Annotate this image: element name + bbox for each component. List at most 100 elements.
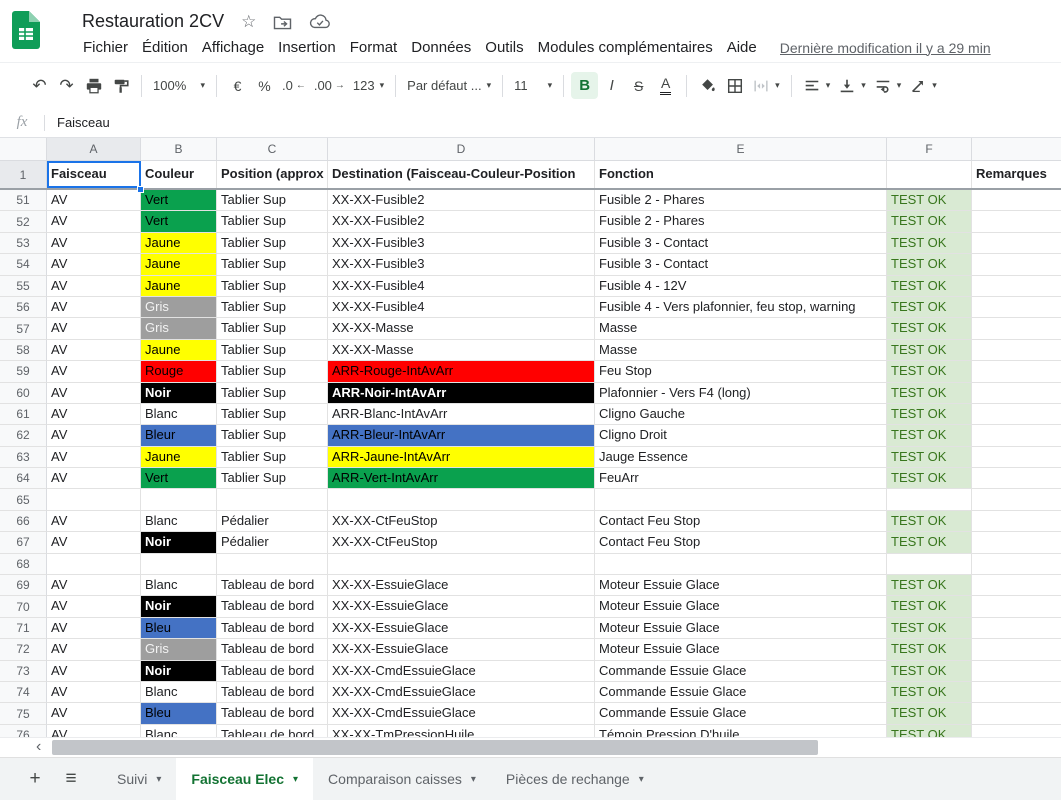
- cell-B68[interactable]: [141, 554, 217, 575]
- paint-format-button[interactable]: [107, 72, 134, 99]
- cell-C70[interactable]: Tableau de bord: [217, 596, 328, 617]
- cell-G60[interactable]: [972, 383, 1061, 404]
- selection-fill-handle[interactable]: [137, 186, 144, 193]
- cell-G68[interactable]: [972, 554, 1061, 575]
- cell-F64[interactable]: TEST OK: [887, 468, 972, 489]
- cell-G56[interactable]: [972, 297, 1061, 318]
- cell-A62[interactable]: AV: [47, 425, 141, 446]
- cell-C67[interactable]: Pédalier: [217, 532, 328, 553]
- column-header-E[interactable]: E: [595, 138, 887, 161]
- cell-D59[interactable]: ARR-Rouge-IntAvArr: [328, 361, 595, 382]
- menu-format[interactable]: Format: [343, 37, 405, 58]
- cell-B76[interactable]: Blanc: [141, 725, 217, 737]
- cell-F66[interactable]: TEST OK: [887, 511, 972, 532]
- column-header-B[interactable]: B: [141, 138, 217, 161]
- borders-button[interactable]: [721, 72, 748, 99]
- cell-C52[interactable]: Tablier Sup: [217, 211, 328, 232]
- cell-C57[interactable]: Tablier Sup: [217, 318, 328, 339]
- row-number-59[interactable]: 59: [0, 361, 47, 382]
- cell-C66[interactable]: Pédalier: [217, 511, 328, 532]
- cell-D69[interactable]: XX-XX-EssuieGlace: [328, 575, 595, 596]
- cell-F61[interactable]: TEST OK: [887, 404, 972, 425]
- increase-decimals-button[interactable]: .00→: [310, 72, 349, 99]
- row-number-62[interactable]: 62: [0, 425, 47, 446]
- cell-A57[interactable]: AV: [47, 318, 141, 339]
- cell-D53[interactable]: XX-XX-Fusible3: [328, 233, 595, 254]
- cell-F71[interactable]: TEST OK: [887, 618, 972, 639]
- cell-G70[interactable]: [972, 596, 1061, 617]
- cell-D55[interactable]: XX-XX-Fusible4: [328, 276, 595, 297]
- cell-F56[interactable]: TEST OK: [887, 297, 972, 318]
- cell-D63[interactable]: ARR-Jaune-IntAvArr: [328, 447, 595, 468]
- cell-F54[interactable]: TEST OK: [887, 254, 972, 275]
- scrollbar-thumb[interactable]: [52, 740, 818, 755]
- cell-C71[interactable]: Tableau de bord: [217, 618, 328, 639]
- menu-modules-compl-mentaires[interactable]: Modules complémentaires: [531, 37, 720, 58]
- row-number-55[interactable]: 55: [0, 276, 47, 297]
- italic-button[interactable]: I: [598, 72, 625, 99]
- cell-D64[interactable]: ARR-Vert-IntAvArr: [328, 468, 595, 489]
- cell-F74[interactable]: TEST OK: [887, 682, 972, 703]
- row-number-69[interactable]: 69: [0, 575, 47, 596]
- cell-E53[interactable]: Fusible 3 - Contact: [595, 233, 887, 254]
- cell-F62[interactable]: TEST OK: [887, 425, 972, 446]
- cell-D62[interactable]: ARR-Bleur-IntAvArr: [328, 425, 595, 446]
- cell-G53[interactable]: [972, 233, 1061, 254]
- cell-E61[interactable]: Cligno Gauche: [595, 404, 887, 425]
- cell-C61[interactable]: Tablier Sup: [217, 404, 328, 425]
- cell-G65[interactable]: [972, 489, 1061, 510]
- sheet-tab-suivi[interactable]: Suivi▾: [102, 758, 176, 800]
- row-number-66[interactable]: 66: [0, 511, 47, 532]
- cell-F68[interactable]: [887, 554, 972, 575]
- cell-E56[interactable]: Fusible 4 - Vers plafonnier, feu stop, w…: [595, 297, 887, 318]
- cell-C68[interactable]: [217, 554, 328, 575]
- cell-C51[interactable]: Tablier Sup: [217, 190, 328, 211]
- row-number-1[interactable]: 1: [0, 161, 47, 188]
- cell-C65[interactable]: [217, 489, 328, 510]
- cell-F75[interactable]: TEST OK: [887, 703, 972, 724]
- cell-D65[interactable]: [328, 489, 595, 510]
- cell-E71[interactable]: Moteur Essuie Glace: [595, 618, 887, 639]
- cell-D68[interactable]: [328, 554, 595, 575]
- cell-D1[interactable]: Destination (Faisceau-Couleur-Position: [328, 161, 595, 188]
- cell-E51[interactable]: Fusible 2 - Phares: [595, 190, 887, 211]
- row-number-70[interactable]: 70: [0, 596, 47, 617]
- text-rotation-button[interactable]: ▾: [905, 72, 941, 99]
- cell-D54[interactable]: XX-XX-Fusible3: [328, 254, 595, 275]
- cell-A71[interactable]: AV: [47, 618, 141, 639]
- cell-A63[interactable]: AV: [47, 447, 141, 468]
- cell-B55[interactable]: Jaune: [141, 276, 217, 297]
- row-number-61[interactable]: 61: [0, 404, 47, 425]
- cell-D60[interactable]: ARR-Noir-IntAvArr: [328, 383, 595, 404]
- last-modified-link[interactable]: Dernière modification il y a 29 min: [780, 40, 991, 56]
- cell-F65[interactable]: [887, 489, 972, 510]
- column-header-C[interactable]: C: [217, 138, 328, 161]
- row-number-53[interactable]: 53: [0, 233, 47, 254]
- move-to-folder-icon[interactable]: [273, 14, 292, 30]
- cell-C1[interactable]: Position (approx: [217, 161, 328, 188]
- cell-E70[interactable]: Moteur Essuie Glace: [595, 596, 887, 617]
- cell-F60[interactable]: TEST OK: [887, 383, 972, 404]
- cell-B69[interactable]: Blanc: [141, 575, 217, 596]
- cell-D72[interactable]: XX-XX-EssuieGlace: [328, 639, 595, 660]
- cell-D70[interactable]: XX-XX-EssuieGlace: [328, 596, 595, 617]
- undo-button[interactable]: ↶: [26, 72, 53, 99]
- cell-D56[interactable]: XX-XX-Fusible4: [328, 297, 595, 318]
- cell-A52[interactable]: AV: [47, 211, 141, 232]
- cell-G61[interactable]: [972, 404, 1061, 425]
- cell-B59[interactable]: Rouge: [141, 361, 217, 382]
- cell-C53[interactable]: Tablier Sup: [217, 233, 328, 254]
- cell-E1[interactable]: Fonction: [595, 161, 887, 188]
- row-number-64[interactable]: 64: [0, 468, 47, 489]
- vertical-align-button[interactable]: ▾: [834, 72, 870, 99]
- cell-B51[interactable]: Vert: [141, 190, 217, 211]
- cell-E66[interactable]: Contact Feu Stop: [595, 511, 887, 532]
- menu--dition[interactable]: Édition: [135, 37, 195, 58]
- menu-aide[interactable]: Aide: [720, 37, 764, 58]
- cell-A69[interactable]: AV: [47, 575, 141, 596]
- cell-E63[interactable]: Jauge Essence: [595, 447, 887, 468]
- cell-D74[interactable]: XX-XX-CmdEssuieGlace: [328, 682, 595, 703]
- cell-B63[interactable]: Jaune: [141, 447, 217, 468]
- menu-affichage[interactable]: Affichage: [195, 37, 271, 58]
- cell-B1[interactable]: Couleur: [141, 161, 217, 188]
